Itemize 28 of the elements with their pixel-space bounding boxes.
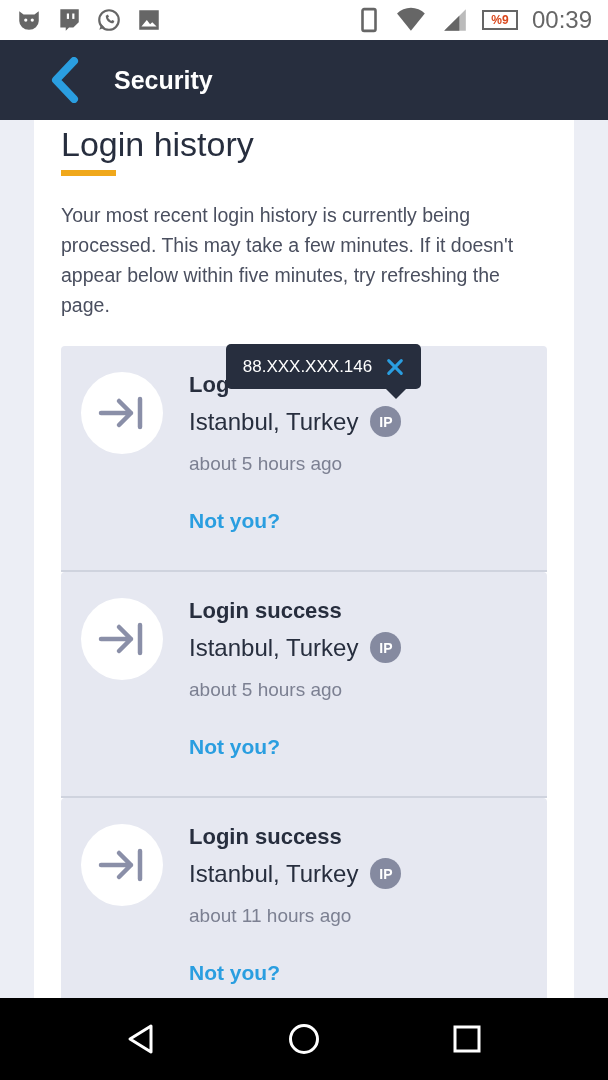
clock-time: 00:39 bbox=[531, 6, 592, 34]
wifi-icon bbox=[395, 7, 428, 33]
ip-address: 88.XXX.XXX.146 bbox=[242, 356, 373, 377]
not-you-link[interactable]: Not you? bbox=[189, 509, 280, 533]
info-message: Your most recent login history is currently being processed. This may take a few minutes. If it doesn't appear below within five minutes, try refreshing the page. bbox=[61, 203, 515, 318]
image-icon bbox=[136, 7, 162, 33]
login-time: about 5 hours ago bbox=[189, 453, 343, 475]
signal-icon bbox=[441, 7, 468, 33]
accent-bar bbox=[61, 170, 116, 176]
ip-badge[interactable]: IP bbox=[370, 858, 402, 889]
login-location: Istanbul, Turkey bbox=[189, 633, 359, 662]
not-you-link[interactable]: Not you? bbox=[189, 961, 280, 985]
home-icon[interactable] bbox=[288, 1023, 320, 1055]
phone-bubble-icon bbox=[96, 7, 122, 33]
login-time: about 11 hours ago bbox=[189, 905, 352, 927]
not-you-link[interactable]: Not you? bbox=[189, 735, 280, 759]
login-location: Istanbul, Turkey bbox=[189, 407, 359, 436]
login-time: about 5 hours ago bbox=[189, 679, 343, 701]
battery-indicator: %9 bbox=[481, 10, 518, 30]
login-location: Istanbul, Turkey bbox=[189, 859, 359, 888]
login-status: Login success bbox=[189, 824, 342, 851]
ip-badge[interactable]: IP bbox=[370, 406, 402, 437]
page-title: Security bbox=[114, 65, 213, 95]
section-title: Login history bbox=[61, 124, 255, 164]
login-status: Login success bbox=[189, 598, 342, 625]
close-icon[interactable] bbox=[386, 357, 405, 376]
login-status: Log bbox=[189, 372, 230, 399]
ip-badge[interactable]: IP bbox=[370, 632, 402, 663]
